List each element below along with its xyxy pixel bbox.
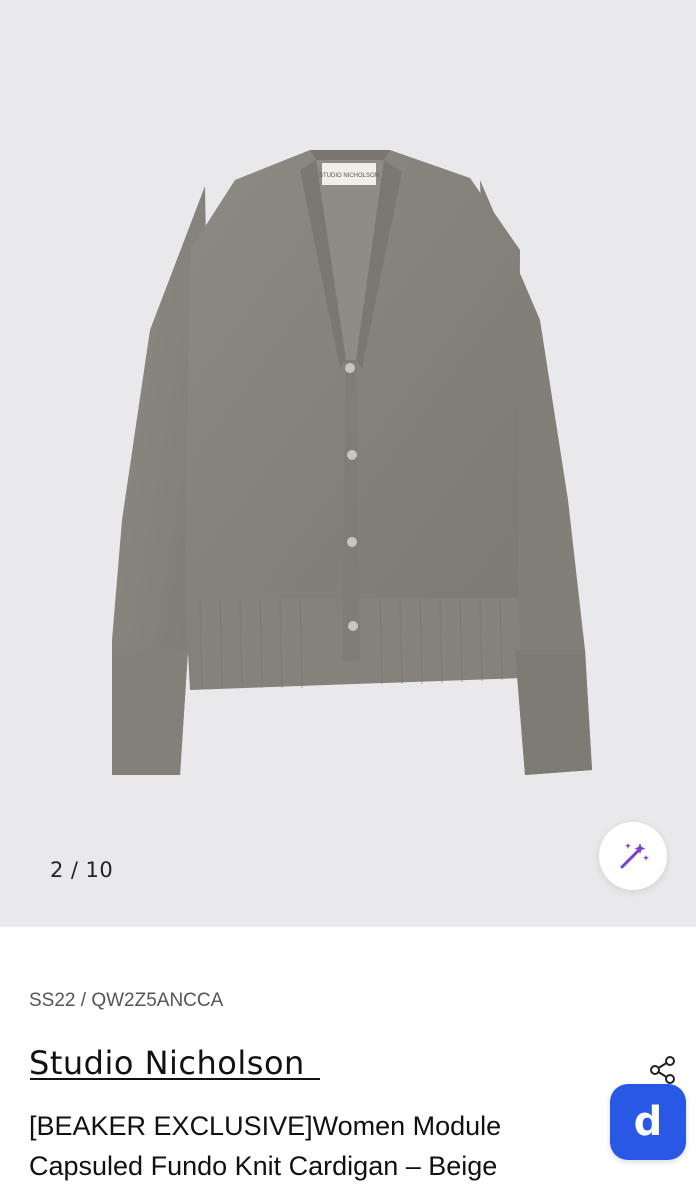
share-icon <box>650 1056 675 1084</box>
product-title-line-2: Capsuled Fundo Knit Cardigan – Beige <box>29 1151 498 1181</box>
product-title: [BEAKER EXCLUSIVE]Women Module Capsuled … <box>29 1106 589 1186</box>
magic-wand-icon <box>620 843 649 869</box>
product-image-gallery[interactable]: STUDIO NICHOLSON 2/10 <box>0 0 696 927</box>
image-counter-separator: / <box>70 858 79 882</box>
app-button-label: d <box>633 1099 663 1145</box>
image-counter: 2/10 <box>50 858 113 882</box>
image-counter-total: 10 <box>85 858 114 882</box>
magic-wand-button[interactable] <box>599 822 667 890</box>
product-sku: SS22 / QW2Z5ANCCA <box>29 990 224 1011</box>
product-image: STUDIO NICHOLSON <box>112 150 592 775</box>
app-floating-button[interactable]: d <box>610 1084 686 1160</box>
image-counter-current: 2 <box>50 858 64 882</box>
brand-link-underline <box>30 1078 320 1080</box>
share-button[interactable] <box>645 1052 681 1088</box>
product-title-line-1: [BEAKER EXCLUSIVE]Women Module <box>29 1111 502 1141</box>
garment-label-text: STUDIO NICHOLSON <box>319 173 379 179</box>
brand-link[interactable]: Studio Nicholson <box>29 1044 305 1082</box>
